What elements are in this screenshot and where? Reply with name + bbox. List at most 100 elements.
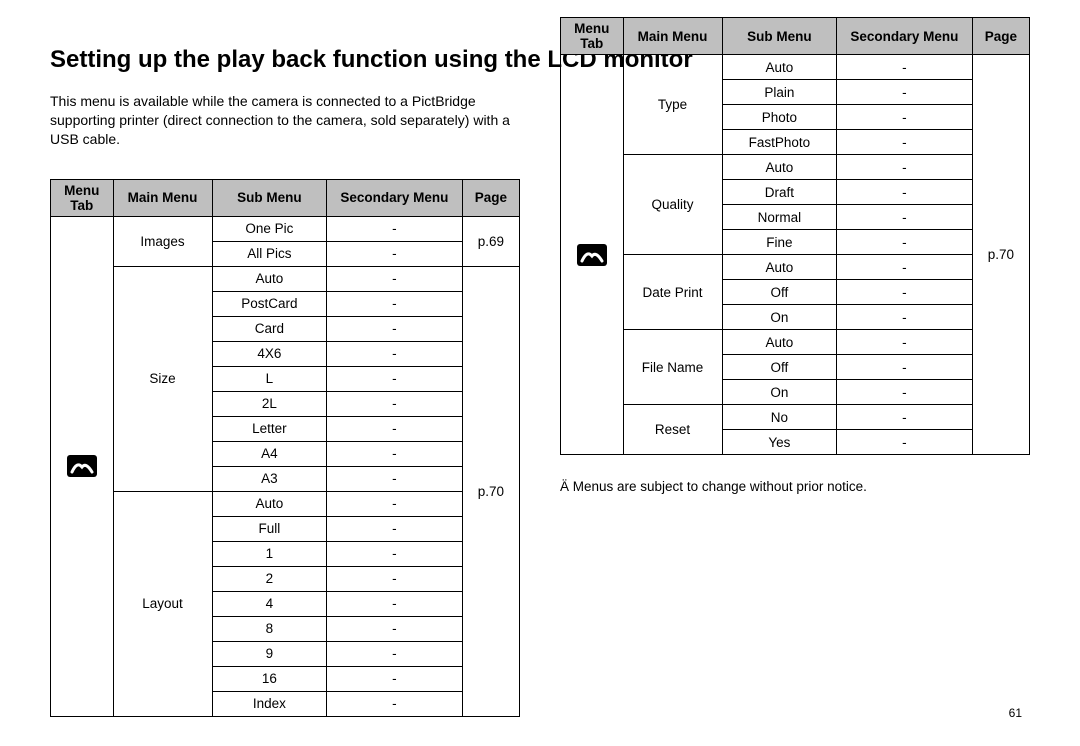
cell-sub: Draft	[722, 180, 837, 205]
cell-main: Images	[113, 216, 212, 266]
cell-sec: -	[837, 355, 972, 380]
cell-sec: -	[327, 441, 462, 466]
cell-sec: -	[327, 216, 462, 241]
cell-sub: Off	[722, 280, 837, 305]
th-page: Page	[462, 179, 519, 216]
pictbridge-icon-cell	[51, 216, 114, 716]
cell-sub: 4	[212, 591, 327, 616]
cell-sub: 2L	[212, 391, 327, 416]
cell-sec: -	[327, 241, 462, 266]
cell-sec: -	[327, 416, 462, 441]
cell-sub: A3	[212, 466, 327, 491]
page-number: 61	[1009, 706, 1022, 720]
cell-sub: Letter	[212, 416, 327, 441]
cell-sub: PostCard	[212, 291, 327, 316]
cell-main: File Name	[623, 330, 722, 405]
cell-sub: 9	[212, 641, 327, 666]
cell-sec: -	[327, 341, 462, 366]
cell-sub: Auto	[722, 255, 837, 280]
cell-sec: -	[837, 55, 972, 80]
cell-sub: Normal	[722, 205, 837, 230]
cell-sub: Auto	[212, 266, 327, 291]
cell-sec: -	[837, 255, 972, 280]
cell-sec: -	[837, 230, 972, 255]
cell-page: p.70	[972, 55, 1029, 455]
th-secondary-menu: Secondary Menu	[837, 18, 972, 55]
cell-sec: -	[837, 105, 972, 130]
cell-sub: All Pics	[212, 241, 327, 266]
cell-main: Type	[623, 55, 722, 155]
cell-sec: -	[327, 566, 462, 591]
cell-sec: -	[327, 616, 462, 641]
th-main-menu: Main Menu	[113, 179, 212, 216]
cell-main: Quality	[623, 155, 722, 255]
cell-sub: FastPhoto	[722, 130, 837, 155]
cell-sec: -	[837, 330, 972, 355]
th-sub-menu: Sub Menu	[722, 18, 837, 55]
cell-sec: -	[837, 380, 972, 405]
th-sub-menu: Sub Menu	[212, 179, 327, 216]
cell-sub: No	[722, 405, 837, 430]
cell-sub: 4X6	[212, 341, 327, 366]
pictbridge-icon	[67, 455, 97, 477]
menu-table-1: Menu Tab Main Menu Sub Menu Secondary Me…	[50, 179, 520, 717]
menu-table-2: Menu Tab Main Menu Sub Menu Secondary Me…	[560, 17, 1030, 455]
cell-main: Reset	[623, 405, 722, 455]
cell-sec: -	[327, 466, 462, 491]
cell-sub: Full	[212, 516, 327, 541]
pictbridge-icon-cell	[561, 55, 624, 455]
th-menu-tab: Menu Tab	[51, 179, 114, 216]
cell-page: p.69	[462, 216, 519, 266]
cell-sec: -	[837, 155, 972, 180]
cell-sub: Plain	[722, 80, 837, 105]
cell-sec: -	[327, 516, 462, 541]
cell-sub: 16	[212, 666, 327, 691]
cell-sec: -	[837, 205, 972, 230]
cell-sub: Photo	[722, 105, 837, 130]
cell-sec: -	[327, 591, 462, 616]
cell-sub: Auto	[722, 55, 837, 80]
cell-sec: -	[327, 691, 462, 716]
intro-text: This menu is available while the camera …	[50, 92, 520, 149]
cell-sub: L	[212, 366, 327, 391]
cell-sec: -	[327, 641, 462, 666]
cell-sec: -	[327, 266, 462, 291]
cell-sub: Auto	[722, 330, 837, 355]
cell-sec: -	[837, 80, 972, 105]
cell-sec: -	[327, 366, 462, 391]
cell-sec: -	[837, 280, 972, 305]
cell-sec: -	[327, 491, 462, 516]
cell-sub: Yes	[722, 430, 837, 455]
cell-sec: -	[837, 130, 972, 155]
cell-main: Size	[113, 266, 212, 491]
cell-sec: -	[327, 541, 462, 566]
cell-sub: On	[722, 380, 837, 405]
cell-sec: -	[837, 305, 972, 330]
cell-sub: Fine	[722, 230, 837, 255]
cell-sec: -	[837, 430, 972, 455]
cell-sub: Auto	[722, 155, 837, 180]
footnote: Ä Menus are subject to change without pr…	[560, 479, 1030, 494]
cell-sub: 2	[212, 566, 327, 591]
cell-sec: -	[327, 291, 462, 316]
th-menu-tab: Menu Tab	[561, 18, 624, 55]
cell-sub: On	[722, 305, 837, 330]
th-secondary-menu: Secondary Menu	[327, 179, 462, 216]
right-column: Menu Tab Main Menu Sub Menu Secondary Me…	[560, 17, 1030, 494]
cell-sub: A4	[212, 441, 327, 466]
pictbridge-icon	[577, 244, 607, 266]
cell-page: p.70	[462, 266, 519, 716]
cell-sub: Index	[212, 691, 327, 716]
cell-main: Layout	[113, 491, 212, 716]
th-main-menu: Main Menu	[623, 18, 722, 55]
left-column: This menu is available while the camera …	[50, 92, 520, 717]
cell-sub: Auto	[212, 491, 327, 516]
cell-sub: Off	[722, 355, 837, 380]
cell-sub: 1	[212, 541, 327, 566]
cell-sec: -	[327, 391, 462, 416]
cell-sub: 8	[212, 616, 327, 641]
cell-main: Date Print	[623, 255, 722, 330]
th-page: Page	[972, 18, 1029, 55]
cell-sec: -	[837, 405, 972, 430]
cell-sec: -	[327, 316, 462, 341]
